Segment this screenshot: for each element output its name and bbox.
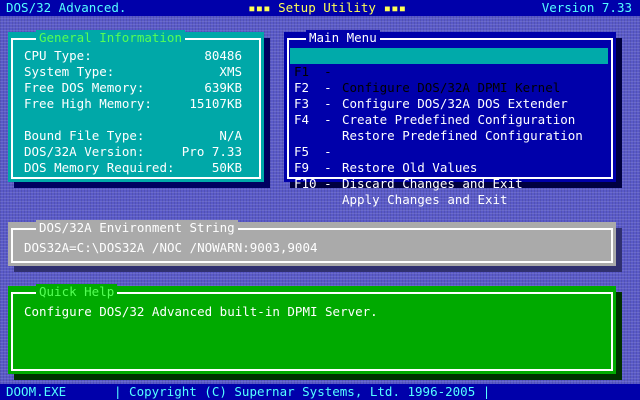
menu-item-key: F4 - bbox=[294, 112, 332, 127]
quick-help-text: Configure DOS/32 Advanced built-in DPMI … bbox=[24, 304, 378, 319]
free-high-memory-value: 15107KB bbox=[189, 96, 242, 111]
dos32a-version-value: Pro 7.33 bbox=[181, 144, 242, 159]
dos-memory-required-label: DOS Memory Required: bbox=[24, 160, 175, 175]
menu-item-discard-changes-and-exit[interactable]: F9 - Discard Changes and Exit bbox=[290, 144, 608, 191]
menu-item-apply-changes-and-exit[interactable]: F10 - Apply Changes and Exit bbox=[290, 160, 608, 207]
panel-title: General Information bbox=[36, 30, 185, 46]
system-type-value: XMS bbox=[219, 64, 242, 79]
menu-item-restore-predefined-configuration[interactable]: F4 - Restore Predefined Configuration bbox=[290, 96, 608, 143]
app-name: DOS/32 Advanced. bbox=[6, 0, 127, 15]
version-label: Version 7.33 bbox=[541, 0, 632, 15]
general-information-panel: General Information CPU Type: 80486 Syst… bbox=[8, 30, 264, 182]
title-bar: DOS/32 Advanced. ▪▪▪ Setup Utility ▪▪▪ V… bbox=[0, 0, 640, 16]
menu-item-label: Create Predefined Configuration bbox=[342, 112, 576, 127]
panel-title: Quick Help bbox=[36, 284, 118, 300]
panel-title: Main Menu bbox=[306, 30, 380, 46]
dos-memory-required-value: 50KB bbox=[211, 160, 242, 175]
menu-item-configure-dos-extender[interactable]: F2 - Configure DOS/32A DOS Extender bbox=[290, 64, 608, 111]
cpu-type-value: 80486 bbox=[204, 48, 242, 63]
bound-file-type-label: Bound File Type: bbox=[24, 128, 145, 143]
menu-item-create-predefined-configuration[interactable]: F3 - Create Predefined Configuration bbox=[290, 80, 608, 127]
quick-help-panel: Quick Help Configure DOS/32 Advanced bui… bbox=[8, 284, 616, 374]
free-dos-memory-label: Free DOS Memory: bbox=[24, 80, 145, 95]
utility-title: ▪▪▪ Setup Utility ▪▪▪ bbox=[248, 0, 407, 15]
free-high-memory-label: Free High Memory: bbox=[24, 96, 152, 111]
menu-item-label: Apply Changes and Exit bbox=[342, 192, 508, 207]
menu-item-configure-dpmi-kernel[interactable]: F1 - Configure DOS/32A DPMI Kernel bbox=[290, 48, 608, 95]
bound-file-type-value: N/A bbox=[219, 128, 242, 143]
status-bar: DOOM.EXE | Copyright (C) Supernar System… bbox=[0, 384, 640, 400]
menu-item-label: Discard Changes and Exit bbox=[342, 176, 523, 191]
menu-item-key: F10 - bbox=[294, 176, 332, 191]
panel-title: DOS/32A Environment String bbox=[36, 220, 238, 236]
free-dos-memory-value: 639KB bbox=[204, 80, 242, 95]
system-type-label: System Type: bbox=[24, 64, 115, 79]
cpu-type-label: CPU Type: bbox=[24, 48, 92, 63]
dos32a-version-label: DOS/32A Version: bbox=[24, 144, 145, 159]
environment-string-panel: DOS/32A Environment String DOS32A=C:\DOS… bbox=[8, 220, 616, 266]
environment-string-field[interactable]: DOS32A=C:\DOS32A /NOC /NOWARN:9003,9004 bbox=[24, 240, 318, 256]
copyright-notice: | Copyright (C) Supernar Systems, Ltd. 1… bbox=[114, 384, 491, 399]
main-menu-panel: Main Menu F1 - Configure DOS/32A DPMI Ke… bbox=[284, 30, 616, 207]
menu-item-restore-old-values[interactable]: F5 - Restore Old Values bbox=[290, 128, 608, 175]
executable-name: DOOM.EXE bbox=[6, 384, 67, 399]
